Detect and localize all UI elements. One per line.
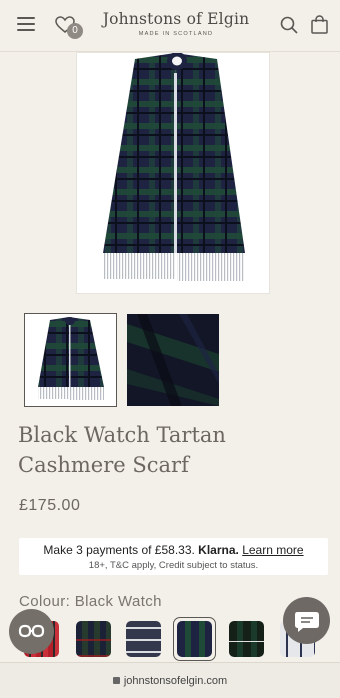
colour-swatch-green-tartan[interactable] xyxy=(229,621,264,657)
product-main-image[interactable] xyxy=(76,52,270,294)
scarf-thumbnail-image xyxy=(38,317,104,400)
colour-swatch-black-watch[interactable] xyxy=(177,621,212,657)
product-title-line1: Black Watch Tartan xyxy=(18,423,226,447)
klarna-banner: Make 3 payments of £58.33. Klarna. Learn… xyxy=(19,538,328,575)
klarna-logo: Klarna. xyxy=(198,543,239,557)
product-title-line2: Cashmere Scarf xyxy=(18,453,189,477)
fabric-closeup-image xyxy=(127,314,219,406)
colour-label: Colour: Black Watch xyxy=(19,593,162,610)
search-icon xyxy=(280,16,298,34)
brand-tagline: MADE IN SCOTLAND xyxy=(138,31,214,37)
shopping-bag-icon xyxy=(311,15,328,34)
product-title: Black Watch Tartan Cashmere Scarf xyxy=(18,420,318,480)
site-header: 0 Johnstons of Elgin MADE IN SCOTLAND xyxy=(0,0,340,52)
klarna-disclaimer: 18+, T&C apply, Credit subject to status… xyxy=(88,560,259,571)
colour-swatch-dark-red-tartan[interactable] xyxy=(76,621,111,657)
chat-bubble-icon xyxy=(295,612,319,632)
klarna-learn-more-link[interactable]: Learn more xyxy=(242,543,303,557)
brand-logo[interactable]: Johnstons of Elgin MADE IN SCOTLAND xyxy=(96,10,256,37)
accessibility-button[interactable] xyxy=(9,609,54,654)
product-price: £175.00 xyxy=(19,497,81,514)
thumbnail-2[interactable] xyxy=(127,314,219,406)
scarf-image xyxy=(103,53,245,281)
glasses-icon xyxy=(18,624,45,638)
browser-url-bar[interactable]: johnstonsofelgin.com xyxy=(0,662,340,698)
cart-button[interactable] xyxy=(311,15,328,39)
colour-swatch-navy-grey-tartan[interactable] xyxy=(126,621,161,657)
menu-icon[interactable] xyxy=(17,17,35,31)
klarna-payment-text: Make 3 payments of £58.33. xyxy=(43,543,199,557)
brand-name: Johnstons of Elgin xyxy=(102,10,250,28)
chat-button[interactable] xyxy=(283,597,330,644)
search-button[interactable] xyxy=(280,16,298,39)
url-text: johnstonsofelgin.com xyxy=(123,675,228,687)
lock-icon xyxy=(112,677,120,684)
wishlist-count-badge: 0 xyxy=(67,23,83,39)
thumbnail-1-selected[interactable] xyxy=(24,313,117,407)
